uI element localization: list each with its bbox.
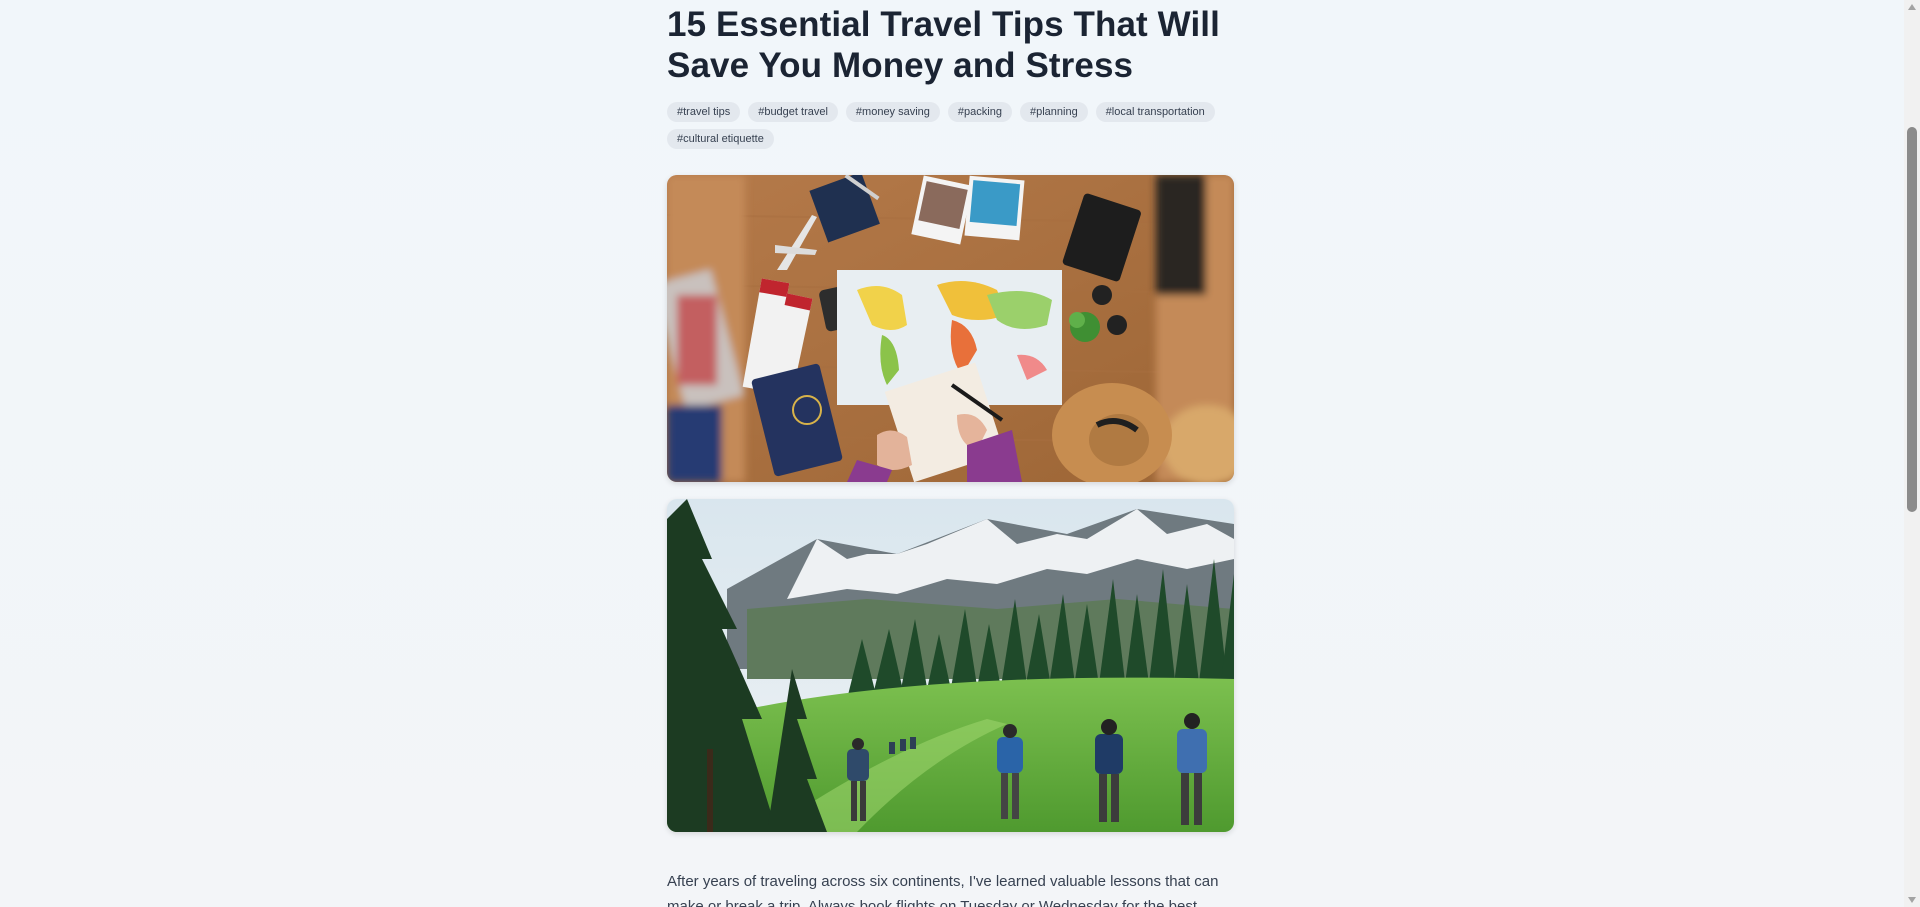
page: 15 Essential Travel Tips That Will Save …	[0, 0, 1904, 907]
article-paragraph-line: make or break a trip. Always book flight…	[667, 898, 1198, 907]
article-paragraph-line: After years of traveling across six cont…	[667, 873, 1219, 890]
article: 15 Essential Travel Tips That Will Save …	[667, 0, 1234, 907]
tag-packing[interactable]: #packing	[947, 102, 1012, 122]
article-body: After years of traveling across six cont…	[667, 869, 1234, 907]
tag-list: #travel tips #budget travel #money savin…	[667, 102, 1234, 149]
tag-budget-travel[interactable]: #budget travel	[748, 102, 838, 122]
scroll-down-arrow-icon[interactable]	[1908, 897, 1916, 903]
tag-planning[interactable]: #planning	[1019, 102, 1088, 122]
scroll-up-arrow-icon[interactable]	[1908, 4, 1916, 10]
hikers-mountain-photo	[667, 499, 1234, 832]
tag-money-saving[interactable]: #money saving	[845, 102, 940, 122]
article-title: 15 Essential Travel Tips That Will Save …	[667, 5, 1220, 85]
tag-travel-tips[interactable]: #travel tips	[667, 102, 741, 122]
tag-local-transportation[interactable]: #local transportation	[1095, 102, 1215, 122]
travel-planning-photo	[667, 175, 1234, 482]
vertical-scrollbar[interactable]	[1904, 0, 1920, 907]
scrollbar-thumb[interactable]	[1907, 127, 1917, 512]
tag-cultural-etiquette[interactable]: #cultural etiquette	[667, 129, 774, 149]
